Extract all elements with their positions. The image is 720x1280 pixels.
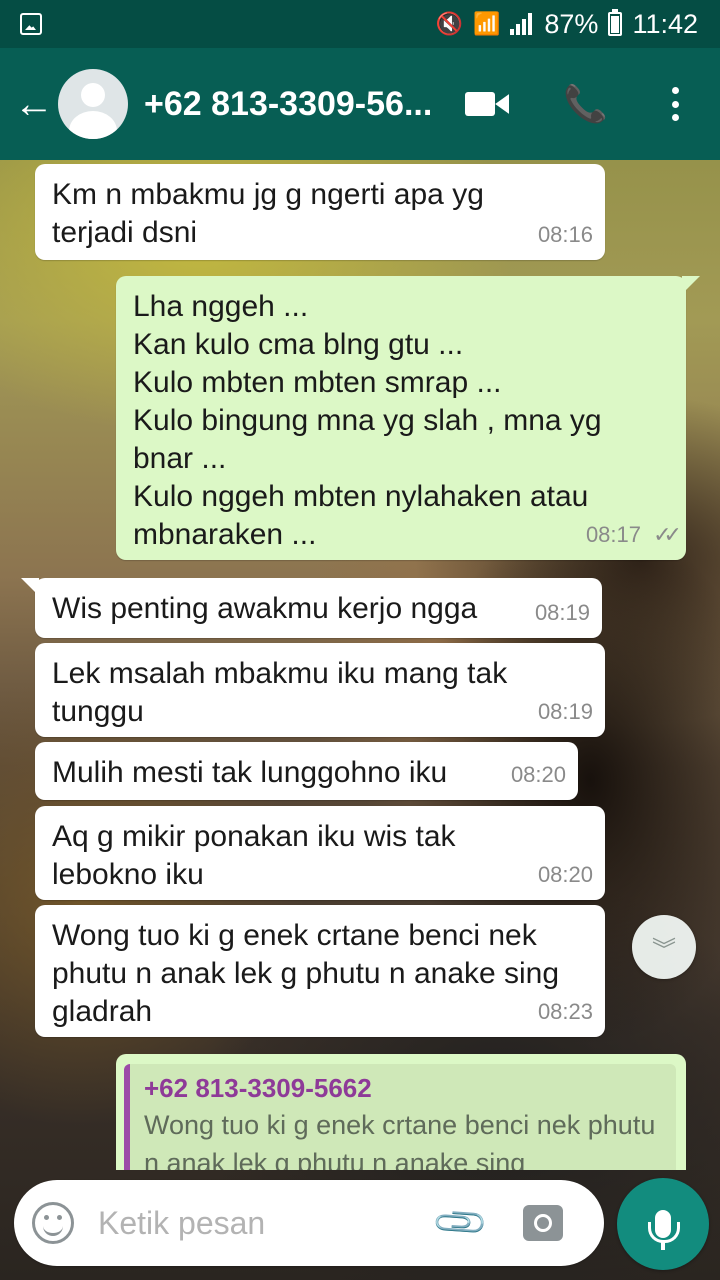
message-text: Lha nggeh ... Kan kulo cma blng gtu ... … [133,290,602,551]
chat-header: ← +62 813-3309-56... 📞 [0,48,720,160]
double-chevron-down-icon: ︾ [652,936,676,964]
message-text: Km n mbakmu jg g ngerti apa yg terjadi d… [52,178,484,249]
wifi-icon: 📶 [472,11,501,36]
message-time: 08:16 [537,222,593,247]
message-outgoing-reply[interactable]: +62 813-3309-5662 Wong tuo ki g enek crt… [116,1054,686,1170]
camera-icon[interactable] [522,1205,563,1241]
message-time: 08:20 [537,862,593,887]
message-text: Wong tuo ki g enek crtane benci nek phut… [52,919,560,1028]
message-time: 08:19 [534,600,590,625]
message-incoming[interactable]: Lek msalah mbakmu iku mang tak tunggu 08… [35,643,605,737]
scroll-to-bottom-button[interactable]: ︾ [632,915,696,979]
message-incoming[interactable]: Km n mbakmu jg g ngerti apa yg terjadi d… [35,164,605,260]
message-input[interactable] [98,1204,418,1242]
gallery-icon [20,13,42,35]
message-outgoing[interactable]: Lha nggeh ... Kan kulo cma blng gtu ... … [116,276,686,560]
signal-icon [510,13,534,35]
message-incoming[interactable]: Wis penting awakmu kerjo ngga 08:19 [35,578,602,638]
avatar[interactable] [58,69,128,139]
contact-name[interactable]: +62 813-3309-56... [144,85,444,124]
message-incoming[interactable]: Aq g mikir ponakan iku wis tak lebokno i… [35,806,605,900]
clock: 11:42 [632,8,698,39]
message-time: 08:20 [510,762,566,787]
quoted-message[interactable]: +62 813-3309-5662 Wong tuo ki g enek crt… [124,1064,676,1170]
message-composer: 📎 [14,1180,604,1266]
voice-record-button[interactable] [617,1178,709,1270]
attach-icon[interactable]: 📎 [430,1192,491,1253]
message-text: Wis penting awakmu kerjo ngga [52,592,478,625]
mic-icon [648,1210,680,1250]
more-menu-icon[interactable] [672,87,680,121]
message-text: Mulih mesti tak lunggohno iku [52,756,448,789]
message-list[interactable]: Km n mbakmu jg g ngerti apa yg terjadi d… [0,160,720,1170]
status-bar: 🔇 📶 87% 11:42 [0,0,720,48]
video-call-icon[interactable] [465,90,509,118]
message-time: 08:17 [585,522,641,547]
emoji-icon[interactable] [32,1202,74,1244]
back-button[interactable]: ← [0,48,128,160]
phone-icon[interactable]: 📞 [563,86,608,122]
read-ticks-icon: ✓✓ [653,522,682,547]
message-time-status: 08:17 ✓✓ [585,516,682,554]
back-arrow-icon: ← [14,82,54,126]
battery-percent: 87% [544,8,599,39]
message-time: 08:19 [537,699,593,724]
message-incoming[interactable]: Wong tuo ki g enek crtane benci nek phut… [35,905,605,1037]
battery-icon [608,9,623,36]
message-text: Lek msalah mbakmu iku mang tak tunggu [52,657,508,728]
quoted-author: +62 813-3309-5662 [144,1073,372,1103]
message-incoming[interactable]: Mulih mesti tak lunggohno iku 08:20 [35,742,578,800]
message-time: 08:23 [537,999,593,1024]
quoted-text: Wong tuo ki g enek crtane benci nek phut… [144,1110,656,1170]
mute-icon: 🔇 [435,11,463,36]
message-text: Aq g mikir ponakan iku wis tak lebokno i… [52,820,456,891]
